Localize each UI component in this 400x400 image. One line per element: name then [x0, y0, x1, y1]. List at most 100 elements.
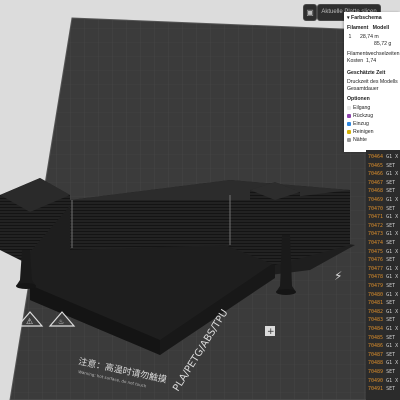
- gcode-line-number: 70479: [368, 283, 384, 289]
- gcode-command: SET: [386, 283, 396, 289]
- gcode-command: SET: [386, 179, 396, 186]
- gcode-line-number: 70470: [368, 205, 384, 212]
- gcode-command: SET: [386, 386, 396, 393]
- gcode-command: G1 X: [386, 231, 399, 238]
- gcode-line-number: 70474: [368, 240, 384, 246]
- gcode-command: G1 X: [386, 265, 399, 272]
- gcode-command: G1 X: [386, 291, 399, 298]
- slice-icon[interactable]: ▣: [303, 4, 317, 21]
- gcode-line-number: 70478: [368, 274, 384, 281]
- gcode-line[interactable]: 70489 SET: [368, 369, 395, 375]
- gcode-line-number: 70468: [368, 188, 384, 195]
- gcode-line[interactable]: 70467 SET: [368, 180, 395, 186]
- gcode-line-number: 70489: [368, 369, 384, 375]
- gcode-line-number: 70466: [368, 171, 384, 178]
- gcode-command: G1 X: [386, 326, 399, 332]
- gcode-line-number: 70467: [368, 179, 384, 186]
- gcode-line[interactable]: 70466 G1 X: [368, 171, 398, 177]
- gcode-line-number: 70487: [368, 351, 384, 358]
- gcode-line-number: 70485: [368, 334, 384, 341]
- gcode-command: G1 X: [386, 214, 399, 221]
- gcode-command: SET: [386, 257, 396, 264]
- gcode-command: SET: [386, 351, 396, 358]
- filament-weight: 85,72 g: [374, 41, 392, 47]
- gcode-line[interactable]: 70476 SET: [368, 257, 395, 263]
- kosten-row: Kosten 1,74: [347, 58, 377, 64]
- gcode-line[interactable]: 70491 SET: [368, 386, 395, 392]
- optionen-header: Optionen: [347, 96, 370, 102]
- gcode-line[interactable]: 70480 G1 X: [368, 292, 398, 298]
- gcode-line[interactable]: 70487 SET: [368, 352, 395, 358]
- gcode-line[interactable]: 70475 G1 X: [368, 249, 398, 255]
- gcode-line[interactable]: 70470 SET: [368, 206, 395, 212]
- gcode-line-number: 70473: [368, 231, 384, 238]
- gcode-command: SET: [386, 222, 396, 229]
- gcode-line[interactable]: 70484 G1 X: [368, 326, 398, 332]
- svg-text:+: +: [267, 327, 275, 337]
- gcode-line[interactable]: 70474 SET: [368, 240, 395, 246]
- 3d-viewport[interactable]: ⚠ ♨ + ⚡ 注意：高温时请勿触摸 Warning: hot surface,…: [0, 0, 400, 400]
- gcode-line-number: 70471: [368, 214, 384, 221]
- gcode-command: G1 X: [386, 248, 399, 255]
- panel-columns: Filament Modell: [347, 25, 390, 31]
- gcode-line[interactable]: 70471 G1 X: [368, 214, 398, 220]
- gcode-line[interactable]: 70490 G1 X: [368, 378, 398, 384]
- option-item[interactable]: Eilgang: [347, 105, 370, 111]
- panel-title: ▾ Farbschema: [347, 15, 382, 21]
- gcode-command: SET: [386, 369, 396, 375]
- gcode-viewer[interactable]: 70464 G1 X 70465 SET 70466 G1 X 70467 SET 70468 S…: [366, 150, 400, 400]
- gcode-line[interactable]: 70472 SET: [368, 223, 395, 229]
- gcode-line[interactable]: 70483 SET: [368, 317, 395, 323]
- gcode-line[interactable]: 70485 SET: [368, 335, 395, 341]
- option-item[interactable]: Rückzug: [347, 113, 373, 119]
- gcode-line[interactable]: 70464 G1 X: [368, 154, 398, 160]
- gcode-line[interactable]: 70468 SET: [368, 188, 395, 194]
- gcode-line-number: 70484: [368, 326, 384, 332]
- gcode-line[interactable]: 70486 G1 X: [368, 343, 398, 349]
- build-plate-scene[interactable]: ⚠ ♨ + ⚡ 注意：高温时请勿触摸 Warning: hot surface,…: [0, 0, 400, 400]
- wechsel-label: Filamentwechselzeiten: [347, 51, 400, 57]
- gcode-line-number: 70490: [368, 377, 384, 384]
- gcode-line[interactable]: 70473 G1 X: [368, 231, 398, 237]
- gcode-command: SET: [386, 300, 396, 307]
- gcode-command: G1 X: [386, 197, 399, 203]
- option-color-swatch: [347, 121, 351, 126]
- legend-panel: ▾ Farbschema Filament Modell 1 28,74 m 8…: [344, 12, 400, 152]
- filament-row: 1 28,74 m: [348, 34, 379, 40]
- gcode-line[interactable]: 70469 G1 X: [368, 197, 398, 203]
- option-color-swatch: [347, 137, 351, 142]
- option-color-swatch: [347, 113, 351, 118]
- option-item[interactable]: Reinigen: [347, 129, 373, 135]
- gcode-line[interactable]: 70465 SET: [368, 163, 395, 169]
- gcode-command: SET: [386, 240, 396, 246]
- gcode-line[interactable]: 70477 G1 X: [368, 266, 398, 272]
- gcode-line[interactable]: 70481 SET: [368, 300, 395, 306]
- option-label: Reinigen: [353, 129, 374, 135]
- gcode-line-number: 70477: [368, 265, 384, 272]
- gcode-line[interactable]: 70478 G1 X: [368, 274, 398, 280]
- gcode-line-number: 70476: [368, 257, 384, 264]
- gcode-command: SET: [386, 334, 396, 341]
- option-item[interactable]: Nähte: [347, 137, 367, 143]
- gcode-command: SET: [386, 317, 396, 324]
- svg-text:⚠: ⚠: [26, 317, 33, 326]
- gcode-line-number: 70465: [368, 162, 384, 169]
- gcode-line-number: 70488: [368, 360, 384, 367]
- gcode-command: G1 X: [386, 274, 399, 281]
- gcode-line[interactable]: 70482 G1 X: [368, 309, 398, 315]
- gcode-line-number: 70480: [368, 291, 384, 298]
- option-label: Nähte: [353, 137, 367, 143]
- gcode-line-number: 70472: [368, 222, 384, 229]
- gcode-command: SET: [386, 188, 396, 195]
- druckzeit-label: Druckzeit des Modells: [347, 79, 398, 85]
- gcode-command: G1 X: [386, 308, 399, 315]
- gcode-command: G1 X: [386, 343, 399, 350]
- option-color-swatch: [347, 129, 351, 134]
- gcode-command: G1 X: [386, 171, 399, 178]
- gcode-line[interactable]: 70479 SET: [368, 283, 395, 289]
- gcode-line-number: 70483: [368, 317, 384, 324]
- gcode-command: SET: [386, 205, 396, 212]
- option-item[interactable]: Einzug: [347, 121, 369, 127]
- gcode-line[interactable]: 70488 G1 X: [368, 360, 398, 366]
- bed-brand-icon: ⚡: [334, 269, 342, 283]
